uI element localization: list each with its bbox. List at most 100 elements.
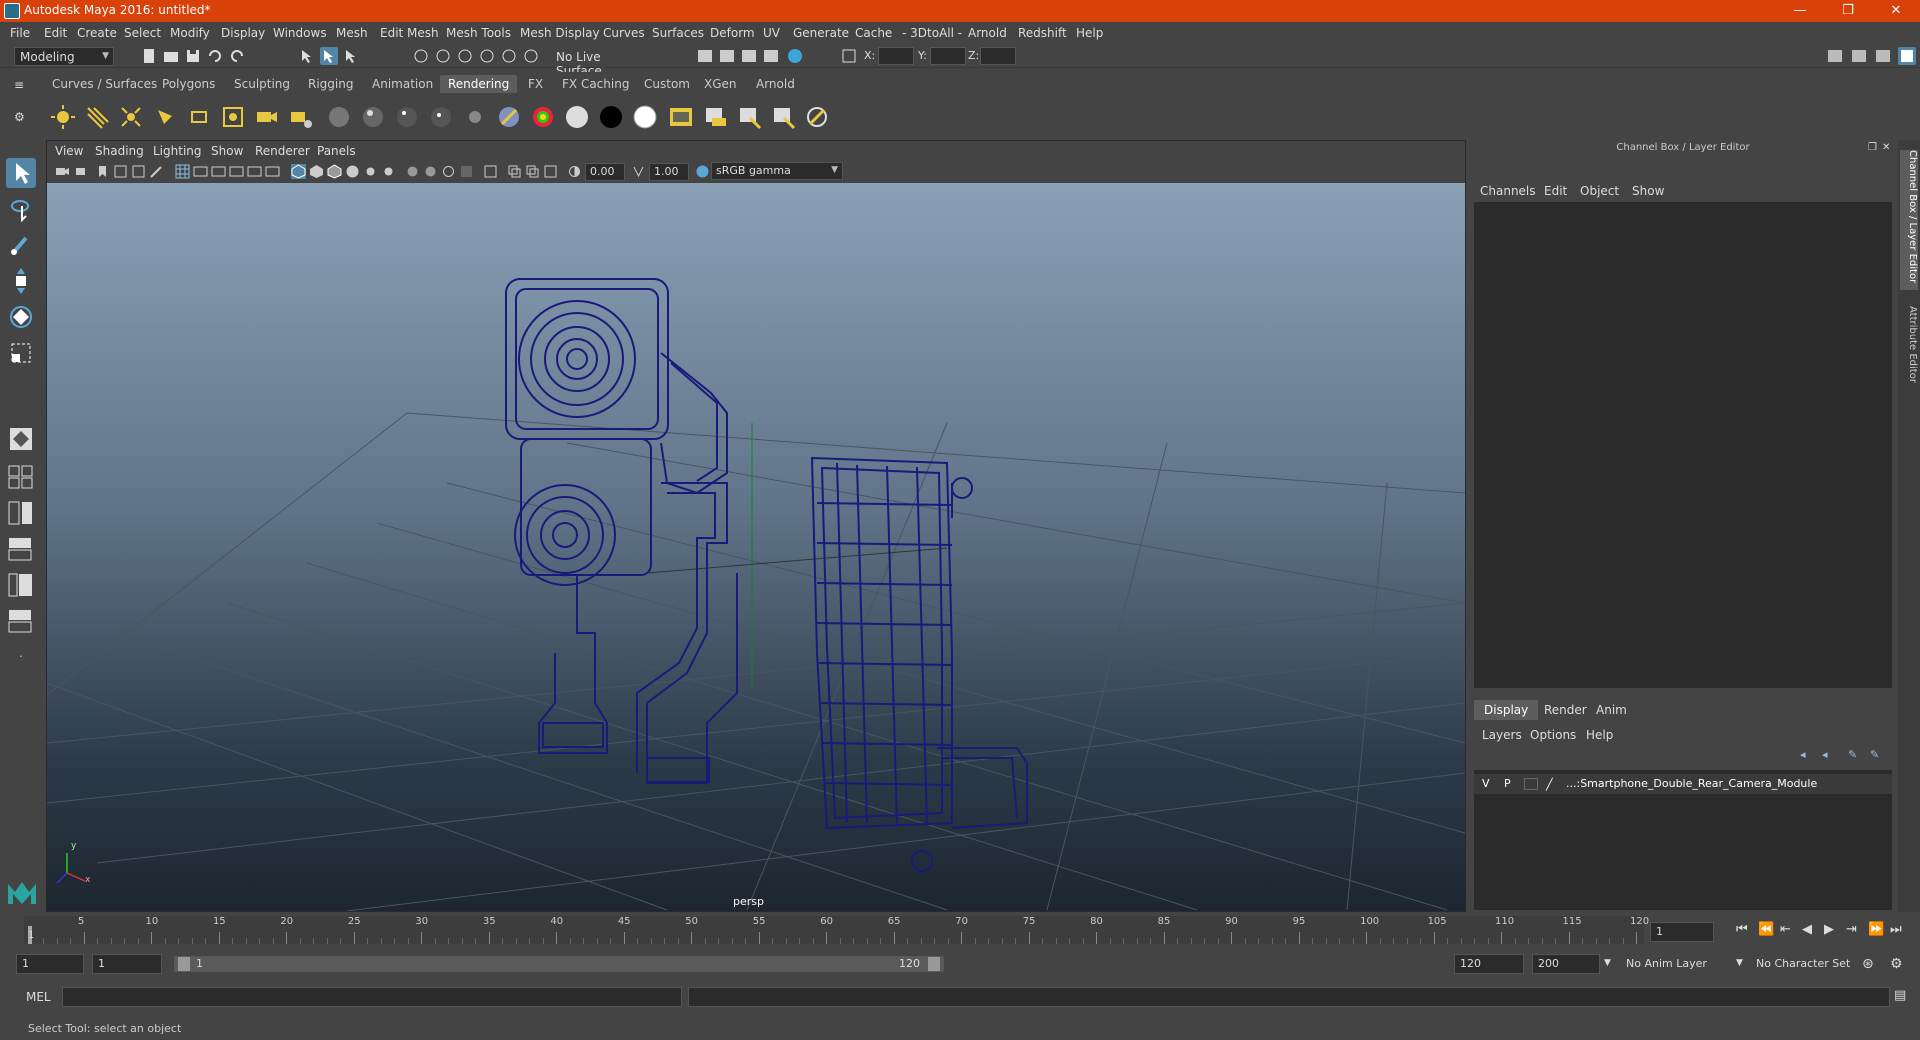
channels-menu[interactable]: Channels: [1480, 184, 1536, 198]
anisotropic-material-icon[interactable]: [462, 104, 488, 130]
directional-light-icon[interactable]: [84, 104, 110, 130]
shelf-tab-rigging[interactable]: Rigging: [300, 75, 361, 93]
select-by-component-icon[interactable]: [342, 47, 360, 65]
image-plane-icon[interactable]: [113, 164, 128, 179]
shadows-icon[interactable]: [381, 164, 396, 179]
layer-type-box[interactable]: [1524, 778, 1538, 790]
step-forward-frame-icon[interactable]: ⇥: [1846, 922, 1857, 937]
command-language-label[interactable]: MEL: [26, 990, 51, 1004]
layout-single-button[interactable]: [6, 424, 36, 454]
channel-box-area[interactable]: [1474, 202, 1892, 688]
shelf-tab-fx[interactable]: FX: [520, 75, 551, 93]
y-field[interactable]: [930, 47, 966, 65]
hypershade-icon[interactable]: [762, 47, 780, 65]
z-field[interactable]: [980, 47, 1016, 65]
smooth-shading-icon[interactable]: [309, 164, 324, 179]
play-forwards-icon[interactable]: ▶: [1824, 922, 1834, 937]
time-slider[interactable]: 5 10 15 20 25 30 35 40 45 50 55 60 65 70 75 80 85 90 95 100…: [24, 916, 1649, 944]
layer-tab-anim[interactable]: Anim: [1586, 700, 1637, 720]
grid-2d-pan-icon[interactable]: [131, 164, 146, 179]
move-tool-button[interactable]: [6, 266, 36, 296]
layer-playback-toggle[interactable]: P: [1504, 777, 1511, 790]
shelf-tab-curves-surfaces[interactable]: Curves / Surfaces: [44, 75, 165, 93]
color-management-icon[interactable]: [695, 164, 710, 179]
camera-aim-icon[interactable]: [288, 104, 314, 130]
character-set-dropdown[interactable]: No Character Set: [1750, 954, 1860, 974]
scene-canvas[interactable]: [47, 183, 1465, 911]
close-button[interactable]: ✕: [1876, 1, 1916, 21]
undo-icon[interactable]: [206, 47, 224, 65]
layer-tab-display[interactable]: Display: [1474, 700, 1539, 720]
grease-pencil-icon[interactable]: [149, 164, 164, 179]
anim-layer-dropdown[interactable]: No Anim Layer: [1620, 954, 1736, 974]
scale-tool-button[interactable]: [6, 338, 36, 368]
phong-e-material-icon[interactable]: [428, 104, 454, 130]
menu-create[interactable]: Create: [77, 26, 117, 40]
menu-modify[interactable]: Modify: [170, 26, 210, 40]
shelf-settings-icon[interactable]: ⚙: [14, 110, 25, 124]
phong-material-icon[interactable]: [394, 104, 420, 130]
viewport-menu-lighting[interactable]: Lighting: [153, 144, 202, 158]
menu-mesh-display[interactable]: Mesh Display: [520, 26, 600, 40]
layer-color-swatch[interactable]: ╱: [1546, 778, 1560, 791]
snap-to-point-icon[interactable]: [456, 47, 474, 65]
menu-surfaces[interactable]: Surfaces: [652, 26, 704, 40]
step-forward-key-icon[interactable]: ⏩: [1868, 922, 1884, 937]
modeling-toolkit-icon[interactable]: [1826, 47, 1844, 65]
wireframe-shading-icon[interactable]: [291, 164, 306, 179]
render-settings-icon[interactable]: [740, 47, 758, 65]
step-back-key-icon[interactable]: ⏪: [1758, 922, 1774, 937]
go-to-end-icon[interactable]: ⏭: [1890, 922, 1902, 937]
camera-icon[interactable]: [254, 104, 280, 130]
layout-four-button[interactable]: [6, 464, 36, 490]
use-background-shader-icon[interactable]: [598, 104, 624, 130]
menu-select[interactable]: Select: [124, 26, 161, 40]
snap-to-projected-center-icon[interactable]: [478, 47, 496, 65]
paint-select-tool-button[interactable]: [6, 230, 36, 260]
menu-generate[interactable]: Generate: [793, 26, 849, 40]
range-start-handle[interactable]: [178, 957, 190, 971]
resolution-gate-icon[interactable]: [211, 164, 226, 179]
script-editor-icon[interactable]: ▤: [1894, 988, 1906, 1003]
cb-object-menu[interactable]: Object: [1580, 184, 1619, 198]
menu-curves[interactable]: Curves: [603, 26, 645, 40]
viewport-scene[interactable]: y x persp: [47, 183, 1465, 911]
auto-key-icon[interactable]: ⊛: [1862, 956, 1874, 972]
shelf-tab-rendering[interactable]: Rendering: [440, 75, 518, 93]
shelf-tab-animation[interactable]: Animation: [364, 75, 441, 93]
make-live-icon[interactable]: [522, 47, 540, 65]
point-light-icon[interactable]: [118, 104, 144, 130]
go-to-start-icon[interactable]: ⏮: [1736, 922, 1748, 937]
depth-of-field-icon[interactable]: [459, 164, 474, 179]
film-gate-icon[interactable]: [193, 164, 208, 179]
save-scene-icon[interactable]: [184, 47, 202, 65]
shelf-tab-polygons[interactable]: Polygons: [154, 75, 223, 93]
chevron-down-icon[interactable]: ▼: [1736, 958, 1743, 968]
menu-edit-mesh[interactable]: Edit Mesh: [380, 26, 439, 40]
play-backwards-icon[interactable]: ◀: [1802, 922, 1812, 937]
toggle-grid-icon[interactable]: [175, 164, 190, 179]
snap-to-curve-icon[interactable]: [434, 47, 452, 65]
area-light-icon[interactable]: [186, 104, 212, 130]
channel-box-toggle-icon[interactable]: [1898, 47, 1916, 65]
shelf-tab-sculpting[interactable]: Sculpting: [226, 75, 298, 93]
viewport-menu-shading[interactable]: Shading: [95, 144, 144, 158]
layer-row[interactable]: V P ╱ ...:Smartphone_Double_Rear_Camera_…: [1474, 774, 1892, 794]
layout-graph-button[interactable]: [6, 608, 36, 634]
menu-deform[interactable]: Deform: [710, 26, 755, 40]
animation-preferences-icon[interactable]: ⚙: [1890, 956, 1903, 972]
hypershade-shelf-icon[interactable]: [804, 104, 830, 130]
exposure-field[interactable]: 0.00: [585, 163, 625, 181]
maximize-button[interactable]: ❐: [1828, 1, 1868, 21]
layers-menu[interactable]: Layers: [1482, 728, 1522, 742]
xray-joints-icon[interactable]: [525, 164, 540, 179]
viewport-menu-show[interactable]: Show: [211, 144, 243, 158]
rotate-tool-button[interactable]: [6, 302, 36, 332]
menu-help[interactable]: Help: [1076, 26, 1103, 40]
select-by-hierarchy-icon[interactable]: [298, 47, 316, 65]
motion-blur-icon[interactable]: [423, 164, 438, 179]
exposure-icon[interactable]: [567, 164, 582, 179]
viewport-menu-renderer[interactable]: Renderer: [255, 144, 310, 158]
viewport-menu-view[interactable]: View: [55, 144, 83, 158]
select-camera-icon[interactable]: [55, 164, 70, 179]
